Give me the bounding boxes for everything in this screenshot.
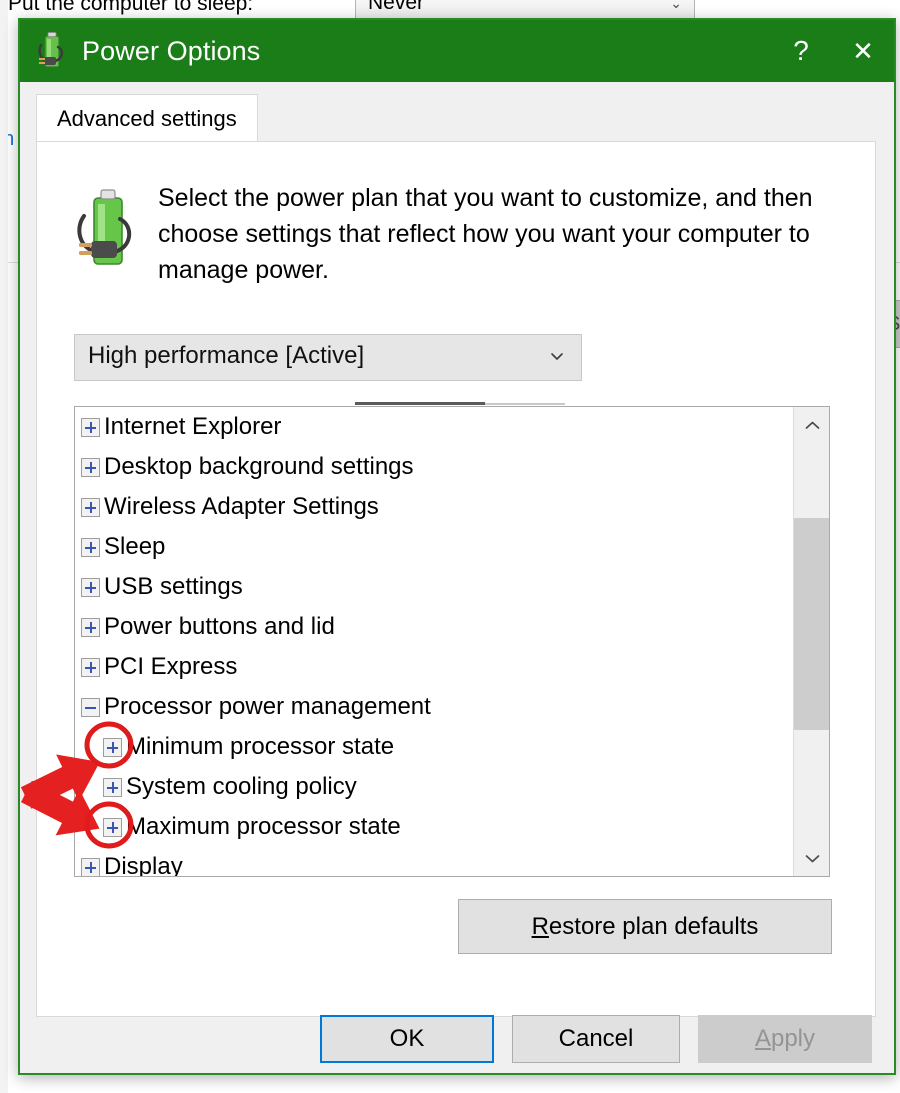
ok-button[interactable]: OK: [320, 1015, 494, 1063]
description-battery-plug-icon: [72, 186, 144, 272]
tree-row[interactable]: Wireless Adapter Settings: [75, 487, 793, 527]
restore-label-rest: estore plan defaults: [549, 913, 758, 941]
expand-plus-icon[interactable]: [81, 578, 100, 597]
dialog-title: Power Options: [82, 36, 260, 67]
expand-plus-icon[interactable]: [103, 778, 122, 797]
dialog-titlebar: Power Options ? ✕: [20, 20, 894, 82]
background-artifact-line: [355, 402, 485, 405]
apply-label-rest: pply: [771, 1025, 815, 1053]
tree-row[interactable]: System cooling policy: [75, 767, 793, 807]
expand-plus-icon[interactable]: [81, 858, 100, 877]
tree-item-label: System cooling policy: [126, 774, 357, 800]
background-sleep-value: Never: [368, 0, 424, 15]
apply-button[interactable]: Apply: [698, 1015, 872, 1063]
collapse-minus-icon[interactable]: [81, 698, 100, 717]
tree-row[interactable]: Internet Explorer: [75, 407, 793, 447]
tree-row[interactable]: Processor power management: [75, 687, 793, 727]
tree-row[interactable]: USB settings: [75, 567, 793, 607]
tree-row[interactable]: Desktop background settings: [75, 447, 793, 487]
power-plan-value: High performance [Active]: [88, 342, 364, 370]
help-button[interactable]: ?: [770, 20, 832, 82]
advanced-settings-tree[interactable]: Internet Explorer Desktop background sett…: [74, 406, 830, 877]
tree-item-label: Wireless Adapter Settings: [104, 494, 379, 520]
expand-plus-icon[interactable]: [81, 458, 100, 477]
tree-item-label: Minimum processor state: [126, 734, 394, 760]
tree-item-label: Display: [104, 854, 183, 877]
scrollbar-thumb[interactable]: [794, 518, 830, 730]
chevron-down-icon[interactable]: [794, 840, 830, 876]
background-sleep-label: Put the computer to sleep:: [8, 0, 253, 16]
expand-plus-icon[interactable]: [103, 818, 122, 837]
expand-plus-icon[interactable]: [81, 498, 100, 517]
tab-advanced-settings[interactable]: Advanced settings: [36, 94, 258, 142]
screenshot-root: Put the computer to sleep: Never ⌄ an to…: [0, 0, 900, 1093]
background-left-gutter: [0, 0, 8, 1093]
chevron-down-icon: [549, 348, 565, 364]
chevron-up-icon[interactable]: [794, 407, 830, 443]
expand-plus-icon[interactable]: [81, 538, 100, 557]
tree-item-label: PCI Express: [104, 654, 237, 680]
battery-plug-icon: [36, 31, 70, 71]
background-artifact-line-2: [485, 403, 565, 405]
tree-item-label: Desktop background settings: [104, 454, 414, 480]
tree-item-label: Processor power management: [104, 694, 431, 720]
expand-plus-icon[interactable]: [103, 738, 122, 757]
expand-plus-icon[interactable]: [81, 658, 100, 677]
tree-item-label: Internet Explorer: [104, 414, 281, 440]
tree-row[interactable]: Maximum processor state: [75, 807, 793, 847]
expand-plus-icon[interactable]: [81, 418, 100, 437]
tree-item-label: USB settings: [104, 574, 243, 600]
description-text: Select the power plan that you want to c…: [158, 180, 830, 288]
restore-plan-defaults-button[interactable]: Restore plan defaults: [458, 899, 832, 954]
tree-row[interactable]: PCI Express: [75, 647, 793, 687]
tree-row[interactable]: Minimum processor state: [75, 727, 793, 767]
chevron-down-icon: ⌄: [670, 0, 682, 12]
tree-row[interactable]: Sleep: [75, 527, 793, 567]
tree-item-label: Power buttons and lid: [104, 614, 335, 640]
expand-plus-icon[interactable]: [81, 618, 100, 637]
close-icon[interactable]: ✕: [832, 20, 894, 82]
tree-item-list: Internet Explorer Desktop background sett…: [75, 407, 793, 877]
tree-vertical-scrollbar[interactable]: [793, 407, 829, 876]
restore-accel-letter: R: [532, 913, 549, 941]
tree-row[interactable]: Power buttons and lid: [75, 607, 793, 647]
power-plan-select[interactable]: High performance [Active]: [74, 334, 582, 381]
tree-row[interactable]: Display: [75, 847, 793, 877]
cancel-button[interactable]: Cancel: [512, 1015, 680, 1063]
apply-accel-letter: A: [755, 1025, 771, 1053]
tree-item-label: Sleep: [104, 534, 165, 560]
tree-item-label: Maximum processor state: [126, 814, 401, 840]
